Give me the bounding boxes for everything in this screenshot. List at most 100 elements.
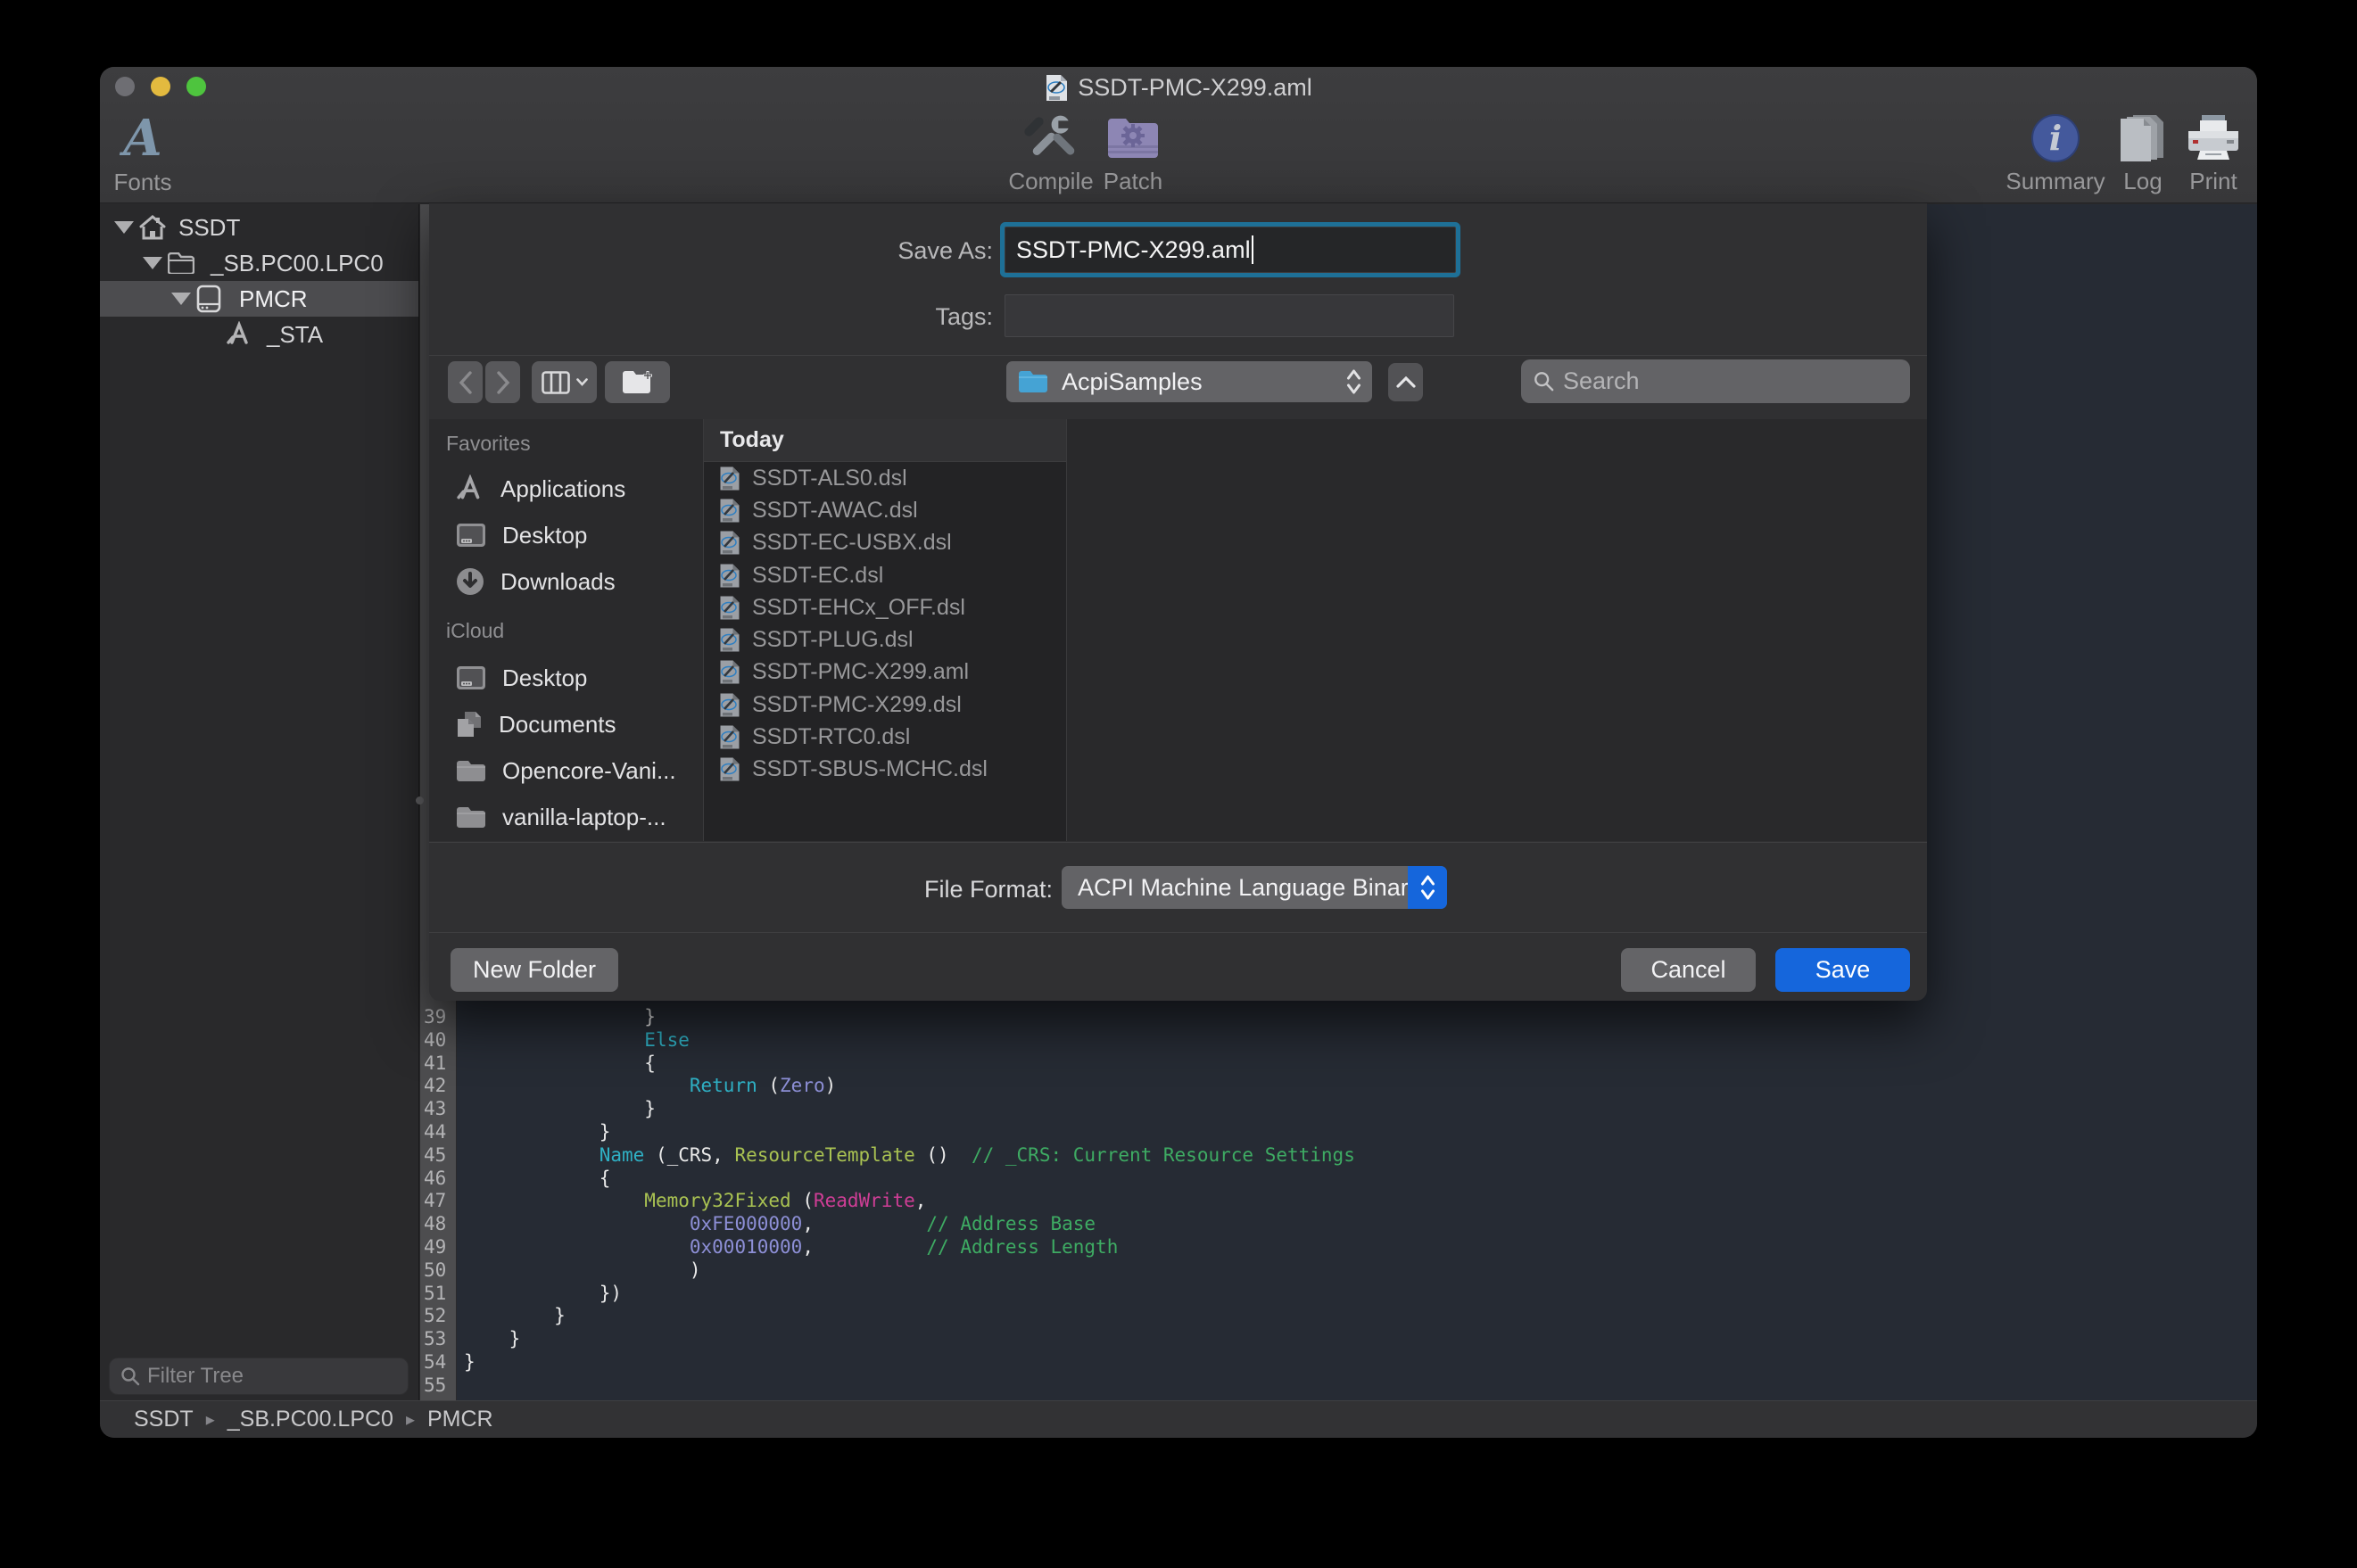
toolbar-patch-button[interactable]: Patch [1062,110,1204,195]
code-line: 50 ) [420,1259,2257,1283]
dsl-file-icon [719,530,740,556]
code-line: 39 } [420,1006,2257,1029]
disclosure-triangle-icon[interactable] [171,293,191,305]
chevron-down-icon [576,378,588,386]
filter-tree-field[interactable] [109,1358,409,1395]
sidebar-item-applications[interactable]: Applications [429,467,703,510]
applications-icon [456,475,484,503]
file-list-item[interactable]: SSDT-PMC-X299.dsl [704,689,1066,721]
acpi-tree-sidebar: SSDT _SB.PC00.LPC0 PMCR _STA [100,204,419,1400]
back-button[interactable] [448,361,483,403]
file-list-item[interactable]: SSDT-SBUS-MCHC.dsl [704,754,1066,786]
save-button[interactable]: Save [1775,948,1910,992]
filter-tree-input[interactable] [147,1364,397,1389]
tree-item-ssdt[interactable]: SSDT [100,210,418,245]
save-as-field[interactable]: SSDT-PMC-X299.aml [1005,227,1456,273]
file-list-item[interactable]: SSDT-AWAC.dsl [704,494,1066,526]
location-popup[interactable]: AcpiSamples [1006,361,1372,402]
file-format-popup[interactable]: ACPI Machine Language Binary [1062,866,1447,909]
file-name: SSDT-EC-USBX.dsl [752,530,952,556]
breadcrumb-separator-icon: ▸ [406,1408,415,1431]
file-name: SSDT-AWAC.dsl [752,498,918,524]
patch-icon [1105,110,1161,166]
pane-splitter-handle[interactable] [416,796,424,805]
sidebar-item-desktop[interactable]: Desktop [429,514,703,557]
blue-folder-icon [1017,369,1049,394]
downloads-icon [456,567,484,596]
tree-item-pmcr-selected[interactable]: PMCR [100,281,418,317]
icloud-header: iCloud [446,619,504,643]
search-field[interactable] [1521,359,1910,403]
folder-icon [456,759,486,783]
text-caret [1252,235,1253,264]
code-line: 46 { [420,1168,2257,1191]
window-title: SSDT-PMC-X299.aml [1078,74,1312,102]
cancel-button[interactable]: Cancel [1621,948,1756,992]
file-list-item[interactable]: SSDT-RTC0.dsl [704,721,1066,753]
sidebar-item-icloud-desktop[interactable]: Desktop [429,656,703,699]
toolbar-print-button[interactable]: Print [2142,110,2257,195]
dsl-file-icon [719,563,740,589]
sidebar-sources: Favorites Applications Desktop Downloads… [429,419,704,841]
code-line: 52 } [420,1305,2257,1328]
search-input[interactable] [1563,367,1898,395]
file-list-item[interactable]: SSDT-PMC-X299.aml [704,656,1066,689]
new-folder-toolbar-button[interactable] [605,361,670,403]
desktop-icon [456,665,486,690]
sidebar-item-vanilla-laptop-folder[interactable]: vanilla-laptop-... [429,796,703,838]
sidebar-item-opencore-folder[interactable]: Opencore-Vani... [429,749,703,792]
code-line: 53 } [420,1328,2257,1351]
document-icon [1045,73,1069,103]
file-list-item[interactable]: SSDT-EC.dsl [704,559,1066,591]
tags-field[interactable] [1005,294,1454,337]
file-list-item[interactable]: SSDT-ALS0.dsl [704,462,1066,494]
window-header: SSDT-PMC-X299.aml A Fonts Co [100,67,2257,203]
code-line: 40 Else [420,1029,2257,1052]
file-name: SSDT-SBUS-MCHC.dsl [752,756,988,782]
printer-icon [2187,110,2239,166]
file-format-value: ACPI Machine Language Binary [1078,874,1420,902]
location-value: AcpiSamples [1062,368,1203,396]
view-mode-button[interactable] [532,361,597,403]
disclosure-triangle-icon[interactable] [114,221,134,234]
dsl-file-icon [719,498,740,524]
desktop: SSDT-PMC-X299.aml A Fonts Co [0,0,2357,1568]
window-title-area: SSDT-PMC-X299.aml [100,74,2257,101]
desktop-icon [456,523,486,548]
file-list-item[interactable]: SSDT-PLUG.dsl [704,623,1066,656]
file-format-label: File Format: [874,876,1053,904]
tree-item-sta[interactable]: _STA [100,317,418,352]
forward-button[interactable] [485,361,520,403]
code-line: 48 0xFE000000, // Address Base [420,1213,2257,1236]
file-group-header: Today [704,419,1066,462]
code-line: 54} [420,1351,2257,1374]
folder-icon [456,805,486,829]
sidebar-item-downloads[interactable]: Downloads [429,560,703,603]
file-browser: Favorites Applications Desktop Downloads… [429,419,1927,841]
file-list-column: Today SSDT-ALS0.dsl SSDT-AWAC.dsl SSDT-E… [704,419,1067,841]
new-folder-button[interactable]: New Folder [451,948,618,992]
code-line: 44 } [420,1121,2257,1144]
folder-icon [168,252,194,274]
up-down-chevrons-icon [1420,874,1435,901]
popup-cap [1408,866,1447,909]
status-bar-breadcrumb: SSDT ▸ _SB.PC00.LPC0 ▸ PMCR [100,1400,2257,1438]
code-line: 42 Return (Zero) [420,1075,2257,1098]
code-line: 49 0x00010000, // Address Length [420,1236,2257,1259]
disclosure-triangle-icon[interactable] [143,257,162,269]
file-list-item[interactable]: SSDT-EC-USBX.dsl [704,527,1066,559]
sidebar-item-documents[interactable]: Documents [429,703,703,746]
up-directory-button[interactable] [1388,363,1423,401]
file-list-item[interactable]: SSDT-EHCx_OFF.dsl [704,591,1066,623]
dsl-file-icon [719,724,740,750]
code-line: 41 { [420,1052,2257,1076]
breadcrumb-item: SSDT [134,1407,194,1432]
toolbar-fonts-button[interactable]: A Fonts [100,110,214,195]
search-icon [1534,370,1554,392]
file-name: SSDT-EC.dsl [752,563,883,589]
file-name: SSDT-PLUG.dsl [752,627,914,653]
tree-item-sb-pc00-lpc0[interactable]: _SB.PC00.LPC0 [100,245,418,281]
favorites-header: Favorites [446,432,531,456]
save-dialog-sheet: Save As: SSDT-PMC-X299.aml Tags: [429,203,1927,1001]
dsl-file-icon [719,659,740,685]
